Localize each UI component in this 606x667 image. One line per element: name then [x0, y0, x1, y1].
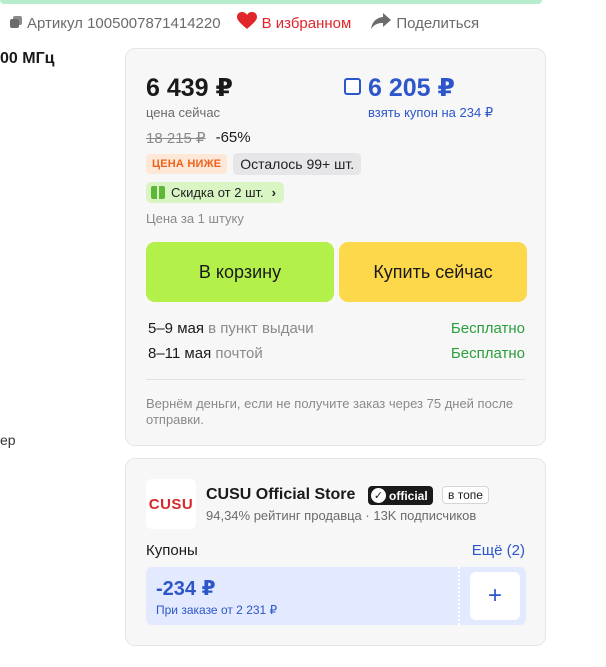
coupon-condition: При заказе от 2 231 ₽	[156, 603, 278, 617]
coupon-price-caption[interactable]: взять купон на 234 ₽	[368, 105, 493, 121]
share-label: Поделиться	[396, 14, 480, 32]
store-stats: 94,34% рейтинг продавца · 13K подписчико…	[206, 508, 477, 523]
share-button[interactable]: Поделиться	[371, 13, 479, 33]
delivery-date: 8–11 мая	[148, 345, 212, 362]
coupon-card: -234 ₽ При заказе от 2 231 ₽ +	[146, 567, 526, 625]
badge-row: ЦЕНА НИЖЕ Осталось 99+ шт.	[146, 153, 362, 175]
lower-price-badge: ЦЕНА НИЖЕ	[146, 154, 228, 174]
delivery-method: почтой	[215, 345, 263, 362]
current-price-caption: цена сейчас	[146, 105, 221, 120]
multi-discount-label: Скидка от 2 шт.	[171, 185, 264, 200]
spec-fragment-bottom: ер	[0, 432, 16, 448]
delivery-cost: Бесплатно	[450, 345, 525, 362]
coupons-more-link[interactable]: Ещё (2)	[472, 542, 525, 559]
buy-now-button[interactable]: Купить сейчас	[339, 242, 527, 302]
official-badge-label: official	[389, 488, 428, 503]
store-logo[interactable]: CUSU	[146, 479, 196, 529]
multi-discount-chip[interactable]: Скидка от 2 шт. ›	[146, 182, 284, 203]
add-to-cart-button[interactable]: В корзину	[146, 242, 334, 302]
old-price: 18 215 ₽	[146, 130, 206, 147]
price-card: 6 439 ₽ цена сейчас 6 205 ₽ взять купон …	[125, 48, 546, 446]
discount-percent: -65%	[215, 129, 251, 146]
coupons-heading: Купоны	[146, 542, 198, 559]
add-coupon-button[interactable]: +	[470, 572, 520, 620]
article-label: Артикул 1005007871414220	[27, 14, 221, 32]
plus-icon: +	[487, 582, 502, 609]
coupon-amount: -234 ₽	[156, 578, 216, 600]
delivery-option-pickup: 5–9 мая в пункт выдачи	[148, 320, 314, 337]
share-arrow-icon	[371, 13, 392, 33]
old-price-row: 18 215 ₽ -65%	[146, 129, 251, 147]
coupon-perforation	[458, 567, 460, 625]
top-store-badge: в топе	[442, 486, 489, 504]
gift-icon	[151, 186, 165, 199]
copy-icon[interactable]	[10, 15, 22, 32]
current-price: 6 439 ₽	[146, 74, 233, 102]
coupon-checkbox[interactable]	[344, 78, 361, 95]
heart-icon	[236, 12, 257, 34]
refund-guarantee-text: Вернём деньги, если не получите заказ че…	[146, 396, 514, 427]
unit-price-caption: Цена за 1 штуку	[146, 211, 244, 226]
chevron-right-icon: ›	[271, 185, 276, 200]
delivery-cost: Бесплатно	[450, 320, 525, 337]
favorite-button[interactable]: В избранном	[236, 12, 352, 34]
favorite-label: В избранном	[261, 14, 352, 32]
verified-check-icon: ✓	[371, 488, 386, 503]
delivery-option-post: 8–11 мая почтой	[148, 345, 263, 362]
coupon-price: 6 205 ₽	[368, 74, 455, 102]
stock-badge: Осталось 99+ шт.	[233, 153, 362, 175]
delivery-date: 5–9 мая	[148, 320, 204, 337]
delivery-method: в пункт выдачи	[208, 320, 314, 337]
top-accent-bar	[0, 0, 542, 4]
article-number: Артикул 1005007871414220	[10, 15, 221, 32]
divider	[146, 379, 525, 380]
spec-fragment-top: 00 МГц	[0, 50, 55, 67]
store-card: CUSU CUSU Official Store ✓ official в то…	[125, 458, 546, 646]
product-meta-row: Артикул 1005007871414220 В избранном Под…	[10, 12, 479, 34]
official-badge: ✓ official	[368, 486, 433, 505]
store-name[interactable]: CUSU Official Store	[206, 486, 355, 504]
